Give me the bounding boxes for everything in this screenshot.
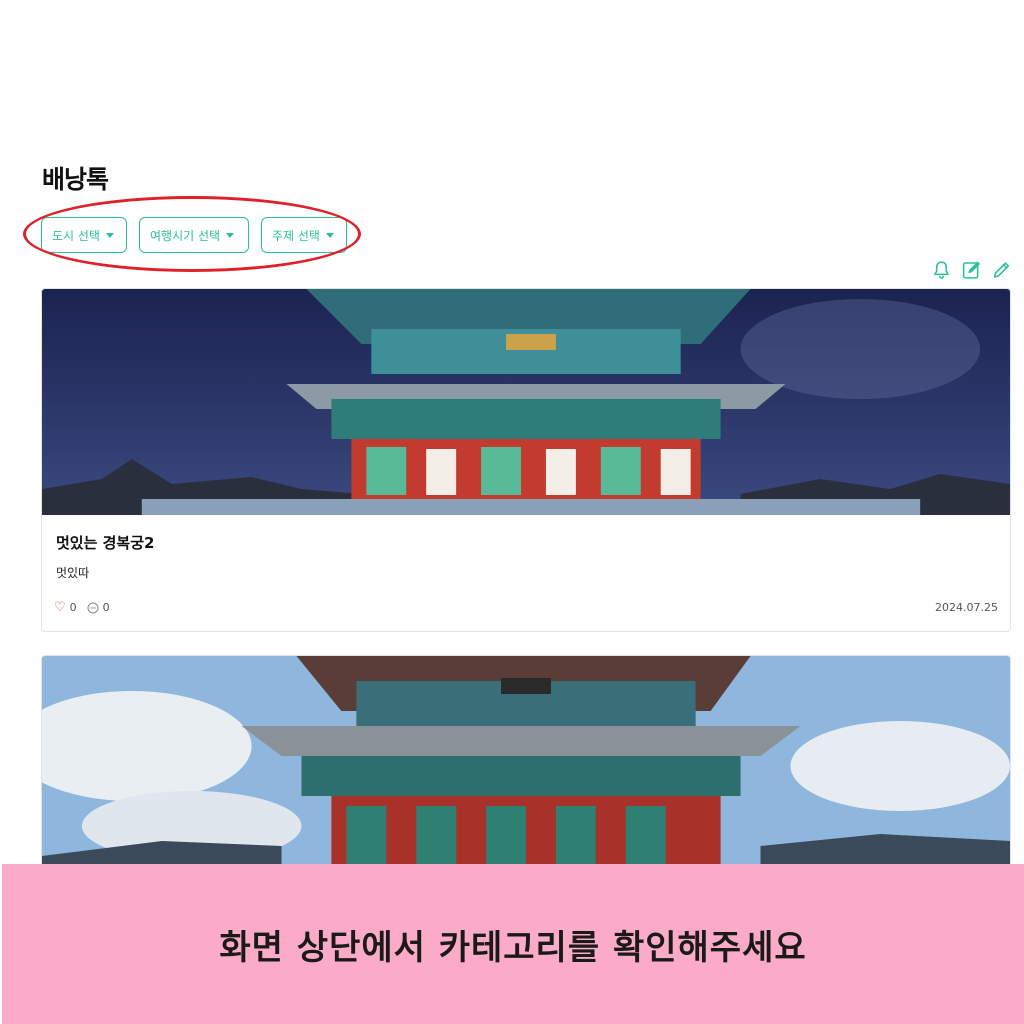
bell-icon[interactable] <box>931 259 952 281</box>
post-title: 멋있는 경복궁2 <box>56 534 155 552</box>
caret-down-icon <box>226 232 235 238</box>
category-filter-bar: 도시 선택 여행시기 선택 주제 선택 <box>41 217 347 253</box>
post-card[interactable]: 멋있는 경복궁2 멋있따 ♡ 0 0 2024.07.25 <box>41 288 1011 632</box>
instruction-banner-text: 화면 상단에서 카테고리를 확인해주세요 <box>219 927 807 968</box>
post-date: 2024.07.25 <box>935 601 998 614</box>
edit-note-icon[interactable] <box>961 259 982 281</box>
post-footer: ♡ 0 0 2024.07.25 <box>54 600 998 615</box>
travel-period-filter-dropdown[interactable]: 여행시기 선택 <box>139 217 249 253</box>
travel-period-filter-label: 여행시기 선택 <box>150 228 221 243</box>
topic-filter-label: 주제 선택 <box>272 228 320 243</box>
city-filter-dropdown[interactable]: 도시 선택 <box>41 217 127 253</box>
page-title: 배낭톡 <box>42 165 109 194</box>
comment-icon <box>87 602 99 613</box>
instruction-banner: 화면 상단에서 카테고리를 확인해주세요 <box>2 864 1024 1024</box>
topic-filter-dropdown[interactable]: 주제 선택 <box>261 217 347 253</box>
post-stats: ♡ 0 0 <box>54 600 110 615</box>
heart-icon[interactable]: ♡ <box>54 600 66 615</box>
like-count: 0 <box>69 601 77 614</box>
caret-down-icon <box>105 232 114 238</box>
post-card-body: 멋있는 경복궁2 멋있따 ♡ 0 0 2024.07.25 <box>42 515 1010 631</box>
city-filter-label: 도시 선택 <box>52 228 100 243</box>
post-excerpt: 멋있따 <box>56 566 90 580</box>
comment-count: 0 <box>102 601 110 614</box>
action-icons <box>931 259 1012 281</box>
pencil-icon[interactable] <box>991 259 1012 281</box>
caret-down-icon <box>325 232 334 238</box>
post-thumbnail-palace-night <box>42 289 1010 515</box>
page: 배낭톡 도시 선택 여행시기 선택 주제 선택 멋있는 경복궁2 멋있따 ♡ 0… <box>0 0 1024 1024</box>
